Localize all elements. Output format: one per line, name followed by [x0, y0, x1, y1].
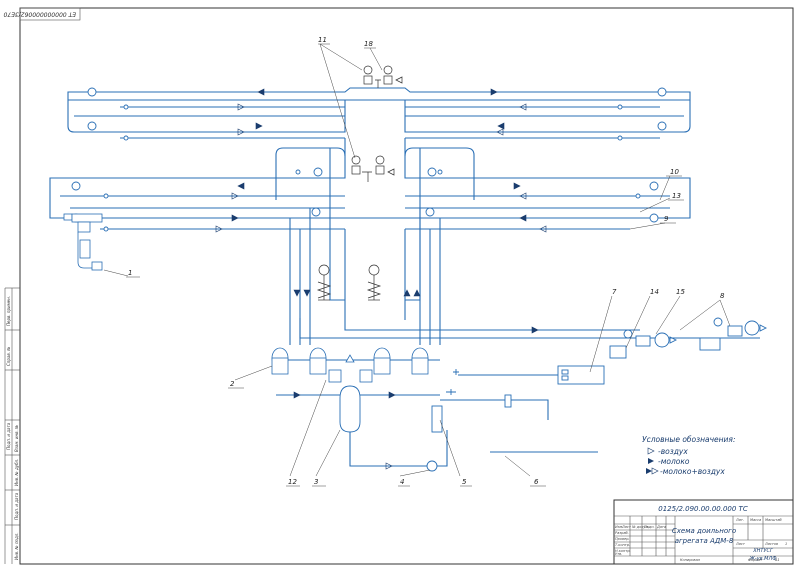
callout-7: 7: [612, 288, 617, 296]
milk-meters: [271, 347, 429, 383]
role-tcontrol: Т.контр.: [615, 543, 630, 547]
vacuum-regulators: [316, 264, 382, 301]
side-label-2: Подп. и дата: [6, 422, 11, 450]
leader-lines: [103, 43, 731, 477]
legend: Условные обозначения: -воздух -молоко -м…: [642, 435, 735, 476]
hdr-mass: Масса: [750, 518, 761, 522]
drawing-code: 0125/2.090.00.00.000 ТС: [658, 505, 748, 513]
callout-5: 5: [462, 478, 467, 486]
callout-4: 4: [400, 478, 404, 486]
role-approve: Утв.: [615, 552, 622, 556]
legend-air: -воздух: [658, 447, 688, 456]
drawing-title-line1: Схема доильного: [672, 527, 736, 535]
callout-18: 18: [364, 40, 373, 48]
callout-3: 3: [314, 478, 318, 486]
control-box: [557, 365, 605, 385]
callout-15: 15: [676, 288, 685, 296]
milk-taps: [71, 87, 667, 232]
hdr-sheets: Листов: [764, 542, 778, 546]
role-dev: Разраб.: [615, 531, 629, 535]
role-check: Провер.: [615, 537, 630, 541]
side-label-5: Подп. и дата: [14, 492, 19, 520]
hdr-scale: Масштаб: [765, 518, 782, 522]
title-block: 0125/2.090.00.00.000 ТС Схема доильного …: [613, 499, 794, 565]
callout-10: 10: [670, 168, 679, 176]
legend-milk-air: -молоко+воздух: [660, 467, 725, 476]
side-label-4: Взам. инв. №: [14, 425, 19, 452]
legend-air-marker: [647, 447, 655, 455]
callout-2: 2: [230, 380, 235, 388]
legend-milk-marker: [648, 458, 654, 464]
callout-8: 8: [720, 292, 725, 300]
milking-cluster: [63, 213, 103, 271]
milk-receiver: [339, 385, 361, 433]
vacuum-valves-top: [351, 65, 403, 182]
legend-milk: -молоко: [658, 457, 690, 466]
drawing-title-line2: агрегата АДМ-8: [675, 537, 734, 545]
top-stamp-text: ЕТ 000000000062/3Е70: [3, 11, 76, 18]
pipe-network: [49, 87, 760, 467]
format-label: Формат: [748, 558, 763, 562]
sheet-frame: [19, 7, 794, 565]
side-label-0: Перв. примен.: [6, 296, 11, 326]
callout-12: 12: [288, 478, 297, 486]
milking-unit-diagram: ЕТ 000000000062/3Е70 11 18 10 13 9 1 7 1…: [3, 7, 794, 565]
legend-milk-air-marker-filled: [646, 468, 652, 474]
milk-pump: [426, 460, 438, 472]
rev-col-list: Лист: [621, 525, 632, 529]
callout-13: 13: [672, 192, 681, 200]
org-line1: ХНТУСГ: [752, 548, 774, 554]
callout-14: 14: [650, 288, 659, 296]
rev-col-date: Дата: [656, 525, 666, 529]
legend-title: Условные обозначения:: [642, 435, 735, 444]
side-label-3: Инв. № дубл.: [14, 459, 19, 486]
side-label-1: Справ. №: [6, 347, 11, 366]
copied-label: Копировал: [680, 558, 701, 562]
callout-6: 6: [534, 478, 539, 486]
format-value: А1: [774, 558, 780, 562]
legend-milk-air-marker-open: [651, 467, 659, 475]
rev-col-sign: Подп.: [644, 525, 655, 529]
flow-arrows: [215, 88, 547, 470]
top-stamp: ЕТ 000000000062/3Е70: [3, 7, 81, 21]
side-label-6: Инв. № подл.: [14, 532, 19, 560]
hdr-lit: Лит.: [735, 518, 744, 522]
callout-9: 9: [664, 215, 669, 223]
callout-11: 11: [318, 36, 327, 44]
hdr-sheet: Лист: [735, 542, 746, 546]
side-stamp-labels: Перв. примен. Справ. № Подп. и дата Инв.…: [6, 296, 19, 560]
sheets-value: 1: [785, 542, 787, 546]
callout-1: 1: [128, 269, 132, 277]
